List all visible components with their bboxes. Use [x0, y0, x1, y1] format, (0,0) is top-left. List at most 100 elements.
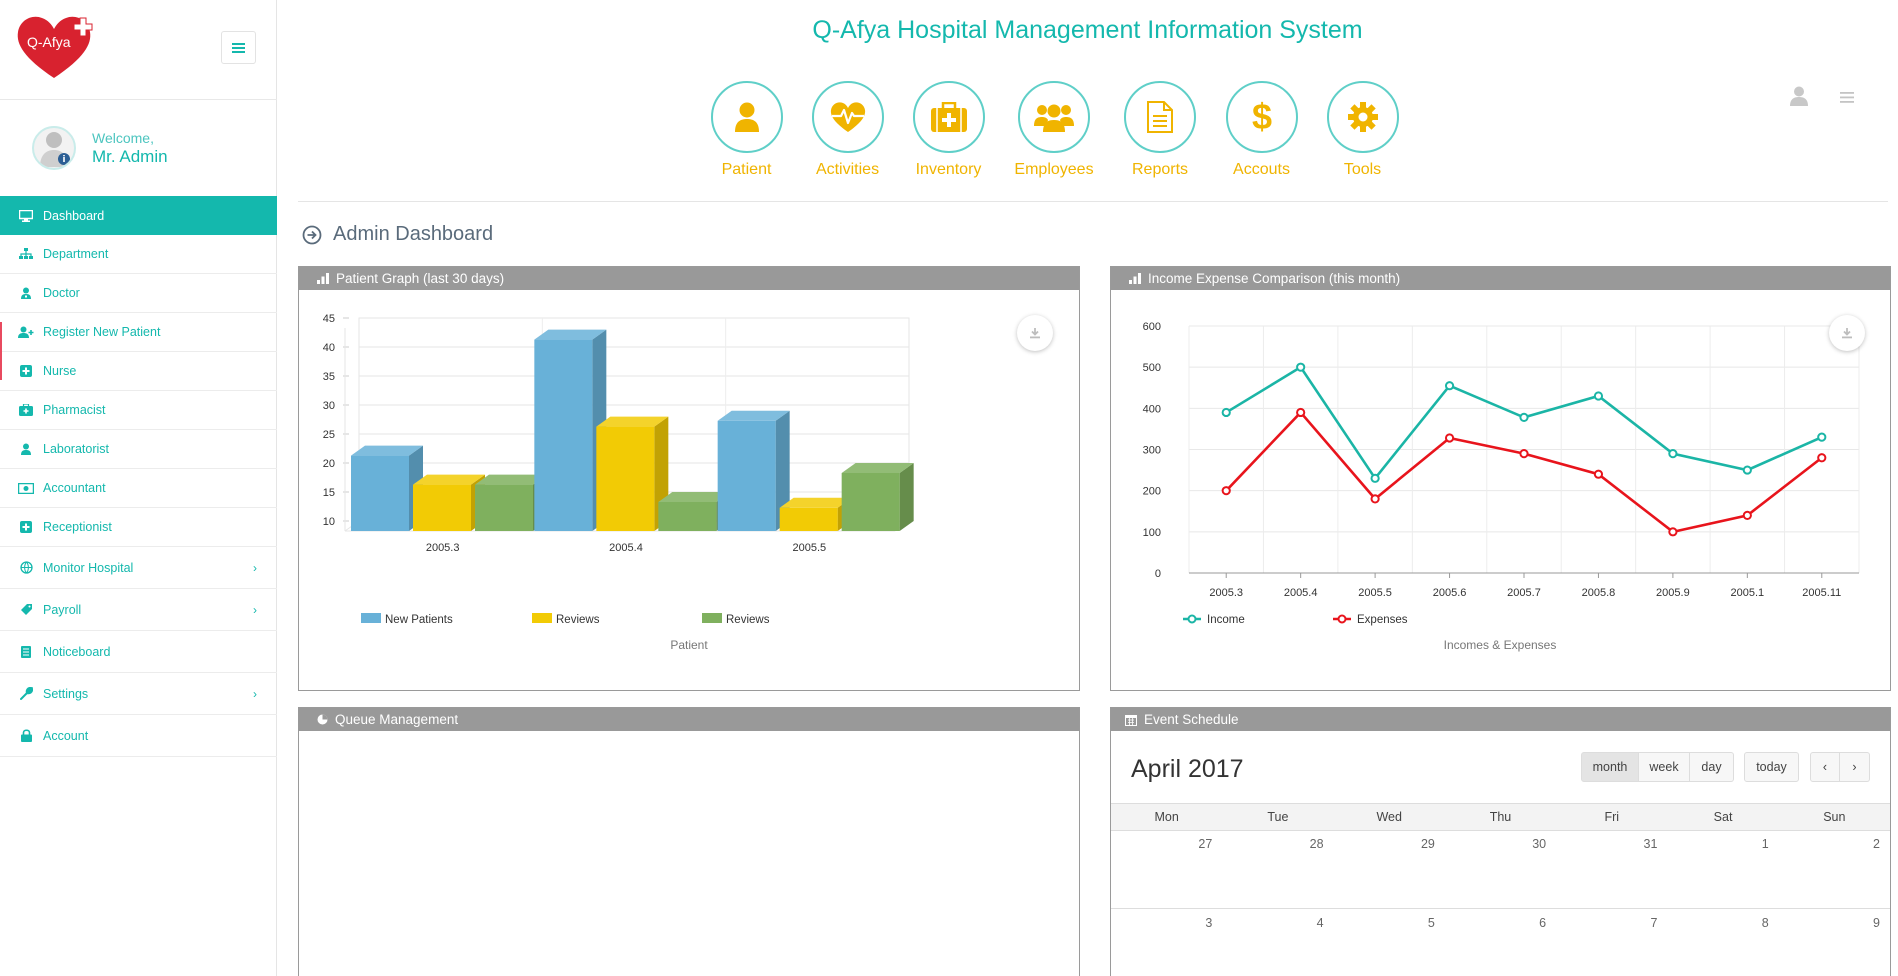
- legend-label: New Patients: [385, 614, 453, 626]
- calendar-day-button[interactable]: day: [1690, 752, 1734, 782]
- income-chart-download-button[interactable]: [1829, 315, 1865, 351]
- sidebar-item-doctor[interactable]: Doctor: [0, 274, 277, 313]
- module-reports[interactable]: Reports: [1109, 81, 1211, 179]
- users-icon: [1034, 104, 1074, 132]
- user-avatar-icon: [40, 132, 70, 167]
- sidebar-item-label: Laboratorist: [43, 442, 110, 456]
- money-icon: [18, 481, 34, 495]
- module-tools[interactable]: Tools: [1312, 81, 1413, 179]
- legend-swatch: [532, 613, 552, 623]
- calendar-today-button[interactable]: today: [1744, 752, 1799, 782]
- calendar-day-cell[interactable]: 7: [1556, 910, 1667, 976]
- sidebar-item-settings[interactable]: Settings ›: [0, 673, 277, 715]
- calendar-day-cell[interactable]: 30: [1445, 831, 1556, 908]
- sidebar-item-receptionist[interactable]: Receptionist: [0, 508, 277, 547]
- dollar-icon: $: [1251, 99, 1271, 135]
- sidebar-item-laboratorist[interactable]: Laboratorist: [0, 430, 277, 469]
- calendar-week-row: 27 28 29 30 31 1 2: [1111, 831, 1890, 909]
- calendar-day-cell[interactable]: 5: [1334, 910, 1445, 976]
- header-menu-button[interactable]: [1840, 90, 1854, 108]
- module-label: Reports: [1131, 161, 1189, 178]
- calendar-day-cell[interactable]: 3: [1111, 910, 1222, 976]
- q-afya-logo[interactable]: Q-Afya: [14, 14, 94, 80]
- bar: [658, 502, 717, 531]
- avatar[interactable]: [32, 126, 76, 170]
- logo-text: Q-Afya: [27, 34, 71, 50]
- calendar-day-cell[interactable]: 8: [1667, 910, 1778, 976]
- calendar-day-cell[interactable]: 4: [1222, 910, 1333, 976]
- medkit-icon: [930, 102, 967, 132]
- x-tick-label: 2005.11: [1802, 587, 1841, 599]
- data-point: [1668, 527, 1678, 537]
- calendar-day-cell[interactable]: 27: [1111, 831, 1222, 908]
- list-icon: [18, 645, 34, 659]
- calendar-prev-button[interactable]: ‹: [1810, 752, 1840, 782]
- sidebar-item-pharmacist[interactable]: Pharmacist: [0, 391, 277, 430]
- module-label: Activities: [815, 161, 880, 178]
- calendar-day-cell[interactable]: 29: [1334, 831, 1445, 908]
- bar: [534, 339, 593, 531]
- calendar-month-button[interactable]: month: [1581, 752, 1639, 782]
- data-point: [1519, 412, 1529, 422]
- module-inventory[interactable]: Inventory: [898, 81, 999, 179]
- svg-text:$: $: [1251, 99, 1271, 135]
- header-user-button[interactable]: [1790, 86, 1808, 111]
- sidebar-item-label: Payroll: [43, 602, 82, 617]
- module-patient[interactable]: Patient: [696, 81, 797, 179]
- series-line: [1225, 410, 1823, 534]
- active-marker: [0, 322, 2, 380]
- sidebar-item-monitor-hospital[interactable]: Monitor Hospital ›: [0, 547, 277, 589]
- sidebar-nav: Dashboard Department Doctor Register New…: [0, 196, 277, 757]
- chevron-right-icon: ›: [253, 686, 257, 701]
- sidebar-item-accountant[interactable]: Accountant: [0, 469, 277, 508]
- calendar-day-cell[interactable]: 9: [1779, 910, 1890, 976]
- x-tick-label: 2005.5: [793, 542, 827, 554]
- calendar-day-cell[interactable]: 2: [1779, 831, 1890, 908]
- sidebar-item-register-new-patient[interactable]: Register New Patient: [0, 313, 277, 352]
- sidebar-item-account[interactable]: Account: [0, 715, 277, 757]
- module-employees[interactable]: Employees: [999, 81, 1109, 179]
- panel-header: Queue Management: [299, 708, 1079, 731]
- calendar-next-button[interactable]: ›: [1840, 752, 1870, 782]
- calendar-today-group: today: [1744, 752, 1799, 782]
- y-tick-label: 25: [323, 429, 335, 441]
- sidebar-item-label: Account: [43, 728, 89, 743]
- x-tick-label: 2005.5: [1358, 587, 1392, 599]
- x-tick-label: 2005.4: [609, 542, 643, 554]
- module-activities[interactable]: Activities: [797, 81, 898, 179]
- sidebar-toggle-button[interactable]: [221, 31, 256, 64]
- lock-icon: [18, 729, 34, 743]
- patient-chart-download-button[interactable]: [1017, 315, 1053, 351]
- calendar-day-cell[interactable]: 6: [1445, 910, 1556, 976]
- medkit-icon: [18, 403, 34, 417]
- event-schedule-panel: Event Schedule April 2017 month week day…: [1110, 707, 1891, 976]
- pie-chart-icon: [317, 714, 328, 725]
- sidebar-item-nurse[interactable]: Nurse: [0, 352, 277, 391]
- legend-label: Reviews: [726, 614, 770, 626]
- panel-title: Queue Management: [335, 712, 459, 727]
- panel-title: Income Expense Comparison (this month): [1148, 271, 1401, 286]
- welcome-label: Welcome,: [92, 129, 154, 146]
- data-point: [1742, 510, 1752, 520]
- data-point: [1519, 449, 1529, 459]
- module-accouts[interactable]: $ Accouts: [1211, 81, 1312, 179]
- calendar-week-button[interactable]: week: [1639, 752, 1690, 782]
- calendar-day-cell[interactable]: 31: [1556, 831, 1667, 908]
- chevron-right-icon: ›: [253, 602, 257, 617]
- sidebar-item-label: Doctor: [43, 286, 80, 300]
- monitor-icon: [18, 209, 34, 223]
- sidebar-item-department[interactable]: Department: [0, 235, 277, 274]
- sidebar-item-dashboard[interactable]: Dashboard: [0, 196, 277, 235]
- sidebar-item-payroll[interactable]: Payroll ›: [0, 589, 277, 631]
- sidebar-item-noticeboard[interactable]: Noticeboard: [0, 631, 277, 673]
- y-tick-label: 35: [323, 371, 335, 383]
- download-icon: [1842, 328, 1852, 339]
- x-tick-label: 2005.4: [1284, 587, 1318, 599]
- calendar-day-cell[interactable]: 28: [1222, 831, 1333, 908]
- user-plus-icon: [18, 325, 34, 339]
- welcome-block: Welcome, Mr. Admin: [32, 126, 168, 170]
- y-tick-label: 600: [1143, 321, 1161, 333]
- patient-graph-panel: Patient Graph (last 30 days) 10 15 20 25 30 3…: [298, 266, 1080, 691]
- calendar-day-cell[interactable]: 1: [1667, 831, 1778, 908]
- legend-swatch: [361, 613, 381, 623]
